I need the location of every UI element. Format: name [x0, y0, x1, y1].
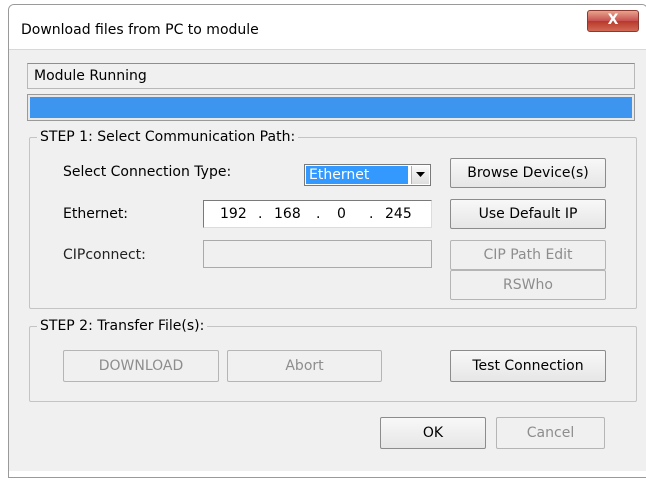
title-bar[interactable]: Download files from PC to module X — [9, 5, 646, 50]
progress-fill — [30, 97, 632, 118]
test-connection-button[interactable]: Test Connection — [450, 350, 606, 382]
close-icon: X — [607, 12, 619, 28]
ip-octet-1[interactable]: 192 — [220, 206, 247, 222]
dialog-window: Download files from PC to module X Modul… — [8, 4, 646, 478]
ip-octet-4[interactable]: 245 — [385, 206, 412, 222]
status-field: Module Running — [27, 63, 635, 89]
browse-devices-button[interactable]: Browse Device(s) — [450, 158, 606, 188]
abort-button[interactable]: Abort — [227, 350, 382, 382]
cipconnect-label: CIPconnect: — [63, 247, 146, 263]
ok-button[interactable]: OK — [380, 417, 486, 449]
download-button[interactable]: DOWNLOAD — [63, 350, 219, 382]
ip-address-field[interactable]: 192 . 168 . 0 . 245 — [203, 200, 432, 228]
window-title: Download files from PC to module — [21, 22, 259, 38]
status-text: Module Running — [34, 68, 147, 84]
cancel-button[interactable]: Cancel — [496, 417, 605, 449]
ip-octet-3[interactable]: 0 — [337, 206, 346, 222]
connection-type-select[interactable]: Ethernet — [304, 164, 431, 186]
step1-legend: STEP 1: Select Communication Path: — [40, 129, 296, 145]
window-bottom-edge — [9, 471, 646, 477]
progress-bar — [27, 94, 635, 121]
dropdown-arrow-icon[interactable] — [411, 166, 429, 184]
step2-legend: STEP 2: Transfer File(s): — [40, 318, 205, 334]
connection-type-label: Select Connection Type: — [63, 164, 232, 180]
cipconnect-field[interactable] — [203, 240, 432, 268]
ip-octet-2[interactable]: 168 — [274, 206, 301, 222]
connection-type-value: Ethernet — [306, 166, 408, 184]
use-default-ip-button[interactable]: Use Default IP — [450, 199, 606, 229]
rswho-button[interactable]: RSWho — [450, 270, 606, 300]
close-button[interactable]: X — [587, 10, 639, 32]
ethernet-label: Ethernet: — [63, 206, 129, 222]
ip-separator: . — [316, 206, 321, 222]
ip-separator: . — [258, 206, 263, 222]
cip-path-edit-button[interactable]: CIP Path Edit — [450, 240, 606, 270]
ip-separator: . — [369, 206, 374, 222]
